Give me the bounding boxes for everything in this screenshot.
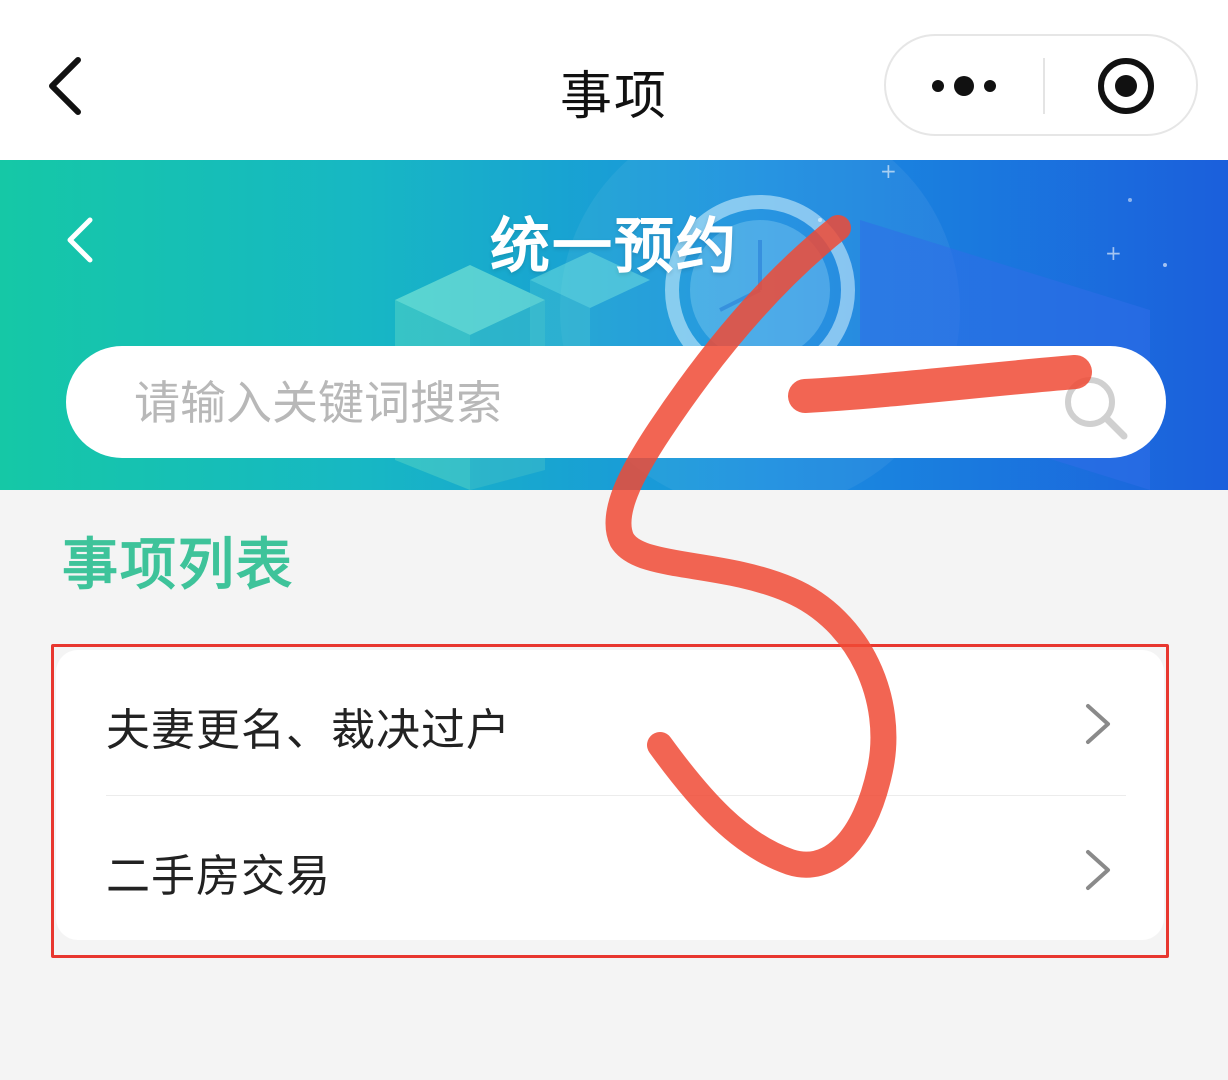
banner-title: 统一预约 [490, 212, 738, 282]
search-box[interactable] [66, 346, 1166, 460]
search-button[interactable] [1056, 368, 1136, 448]
list-item-second-hand-house[interactable]: 二手房交易 [56, 796, 1164, 940]
capsule-close-button[interactable] [1046, 36, 1196, 134]
search-icon [1065, 377, 1128, 440]
target-circle-icon [1098, 58, 1154, 114]
mini-program-capsule [884, 34, 1198, 136]
search-input[interactable] [132, 346, 1036, 460]
capsule-more-button[interactable] [886, 36, 1042, 134]
more-dots-icon [932, 76, 996, 96]
list-item-name-change-transfer[interactable]: 夫妻更名、裁决过户 [56, 650, 1164, 796]
banner: + + 统一预约 [0, 160, 1228, 490]
section-title: 事项列表 [62, 533, 294, 598]
list-item-label: 夫妻更名、裁决过户 [106, 705, 511, 756]
chevron-right-icon [1086, 850, 1110, 890]
svg-text:+: + [880, 160, 897, 183]
top-nav-bar: 事项 [0, 0, 1228, 160]
item-list: 夫妻更名、裁决过户 二手房交易 [56, 650, 1164, 940]
list-item-label: 二手房交易 [106, 851, 331, 902]
capsule-divider [1043, 58, 1045, 114]
chevron-right-icon [1086, 704, 1110, 744]
